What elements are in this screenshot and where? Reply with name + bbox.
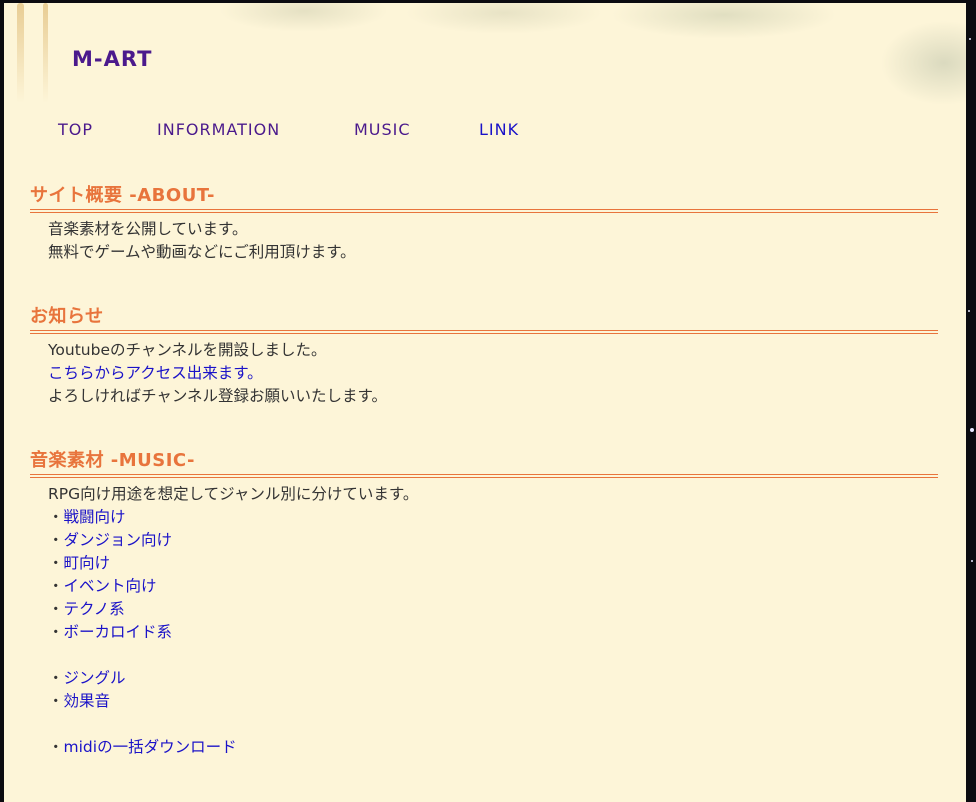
news-section: お知らせ Youtubeのチャンネルを開設しました。 こちらからアクセス出来ます… [30, 305, 938, 408]
genre-link-battle[interactable]: 戦闘向け [64, 508, 126, 526]
about-body: 音楽素材を公開しています。 無料でゲームや動画などにご利用頂けます。 [30, 213, 938, 264]
bullet: ・ [48, 623, 64, 641]
bullet: ・ [48, 508, 64, 526]
header-decoration [17, 3, 24, 103]
music-intro: RPG向け用途を想定してジャンル別に分けています。 [48, 485, 419, 503]
music-heading: 音楽素材 -MUSIC- [30, 450, 196, 471]
background-star [971, 560, 973, 562]
about-text: 無料でゲームや動画などにご利用頂けます。 [48, 243, 356, 261]
nav-music-link[interactable]: MUSIC [354, 120, 411, 139]
youtube-channel-link[interactable]: こちらからアクセス出来ます。 [48, 364, 263, 382]
bullet: ・ [48, 600, 64, 618]
header-decoration [43, 3, 48, 103]
about-heading: サイト概要 -ABOUT- [30, 185, 215, 206]
genre-link-vocaloid[interactable]: ボーカロイド系 [64, 623, 173, 641]
background-star [969, 38, 971, 40]
news-heading: お知らせ [30, 306, 104, 327]
genre-link-techno[interactable]: テクノ系 [64, 600, 125, 618]
about-text: 音楽素材を公開しています。 [48, 220, 248, 238]
genre-link-event[interactable]: イベント向け [64, 577, 157, 595]
bullet: ・ [48, 531, 64, 549]
background-star [968, 310, 970, 312]
main-nav: TOP INFORMATION MUSIC LINK [4, 120, 966, 144]
sound-effects-link[interactable]: 効果音 [64, 692, 111, 710]
nav-information-link[interactable]: INFORMATION [157, 120, 280, 139]
music-body: RPG向け用途を想定してジャンル別に分けています。 ・戦闘向け ・ダンジョン向け… [30, 478, 938, 759]
bullet: ・ [48, 554, 64, 572]
bullet: ・ [48, 669, 64, 687]
midi-download-link[interactable]: midiの一括ダウンロード [64, 738, 237, 756]
page-container: M-ART TOP INFORMATION MUSIC LINK サイト概要 -… [4, 3, 966, 802]
nav-top-link[interactable]: TOP [58, 120, 93, 139]
nav-link-link[interactable]: LINK [479, 120, 519, 139]
news-text: Youtubeのチャンネルを開設しました。 [48, 341, 327, 359]
news-text: よろしければチャンネル登録お願いいたします。 [48, 387, 387, 405]
background-star [970, 428, 974, 432]
site-logo[interactable]: M-ART [72, 47, 152, 71]
jingle-link[interactable]: ジングル [64, 669, 126, 687]
music-section: 音楽素材 -MUSIC- RPG向け用途を想定してジャンル別に分けています。 ・… [30, 449, 938, 759]
bullet: ・ [48, 577, 64, 595]
genre-link-town[interactable]: 町向け [64, 554, 111, 572]
bullet: ・ [48, 692, 64, 710]
genre-link-dungeon[interactable]: ダンジョン向け [64, 531, 173, 549]
about-section: サイト概要 -ABOUT- 音楽素材を公開しています。 無料でゲームや動画などに… [30, 184, 938, 264]
news-body: Youtubeのチャンネルを開設しました。 こちらからアクセス出来ます。 よろし… [30, 334, 938, 408]
bullet: ・ [48, 738, 64, 756]
